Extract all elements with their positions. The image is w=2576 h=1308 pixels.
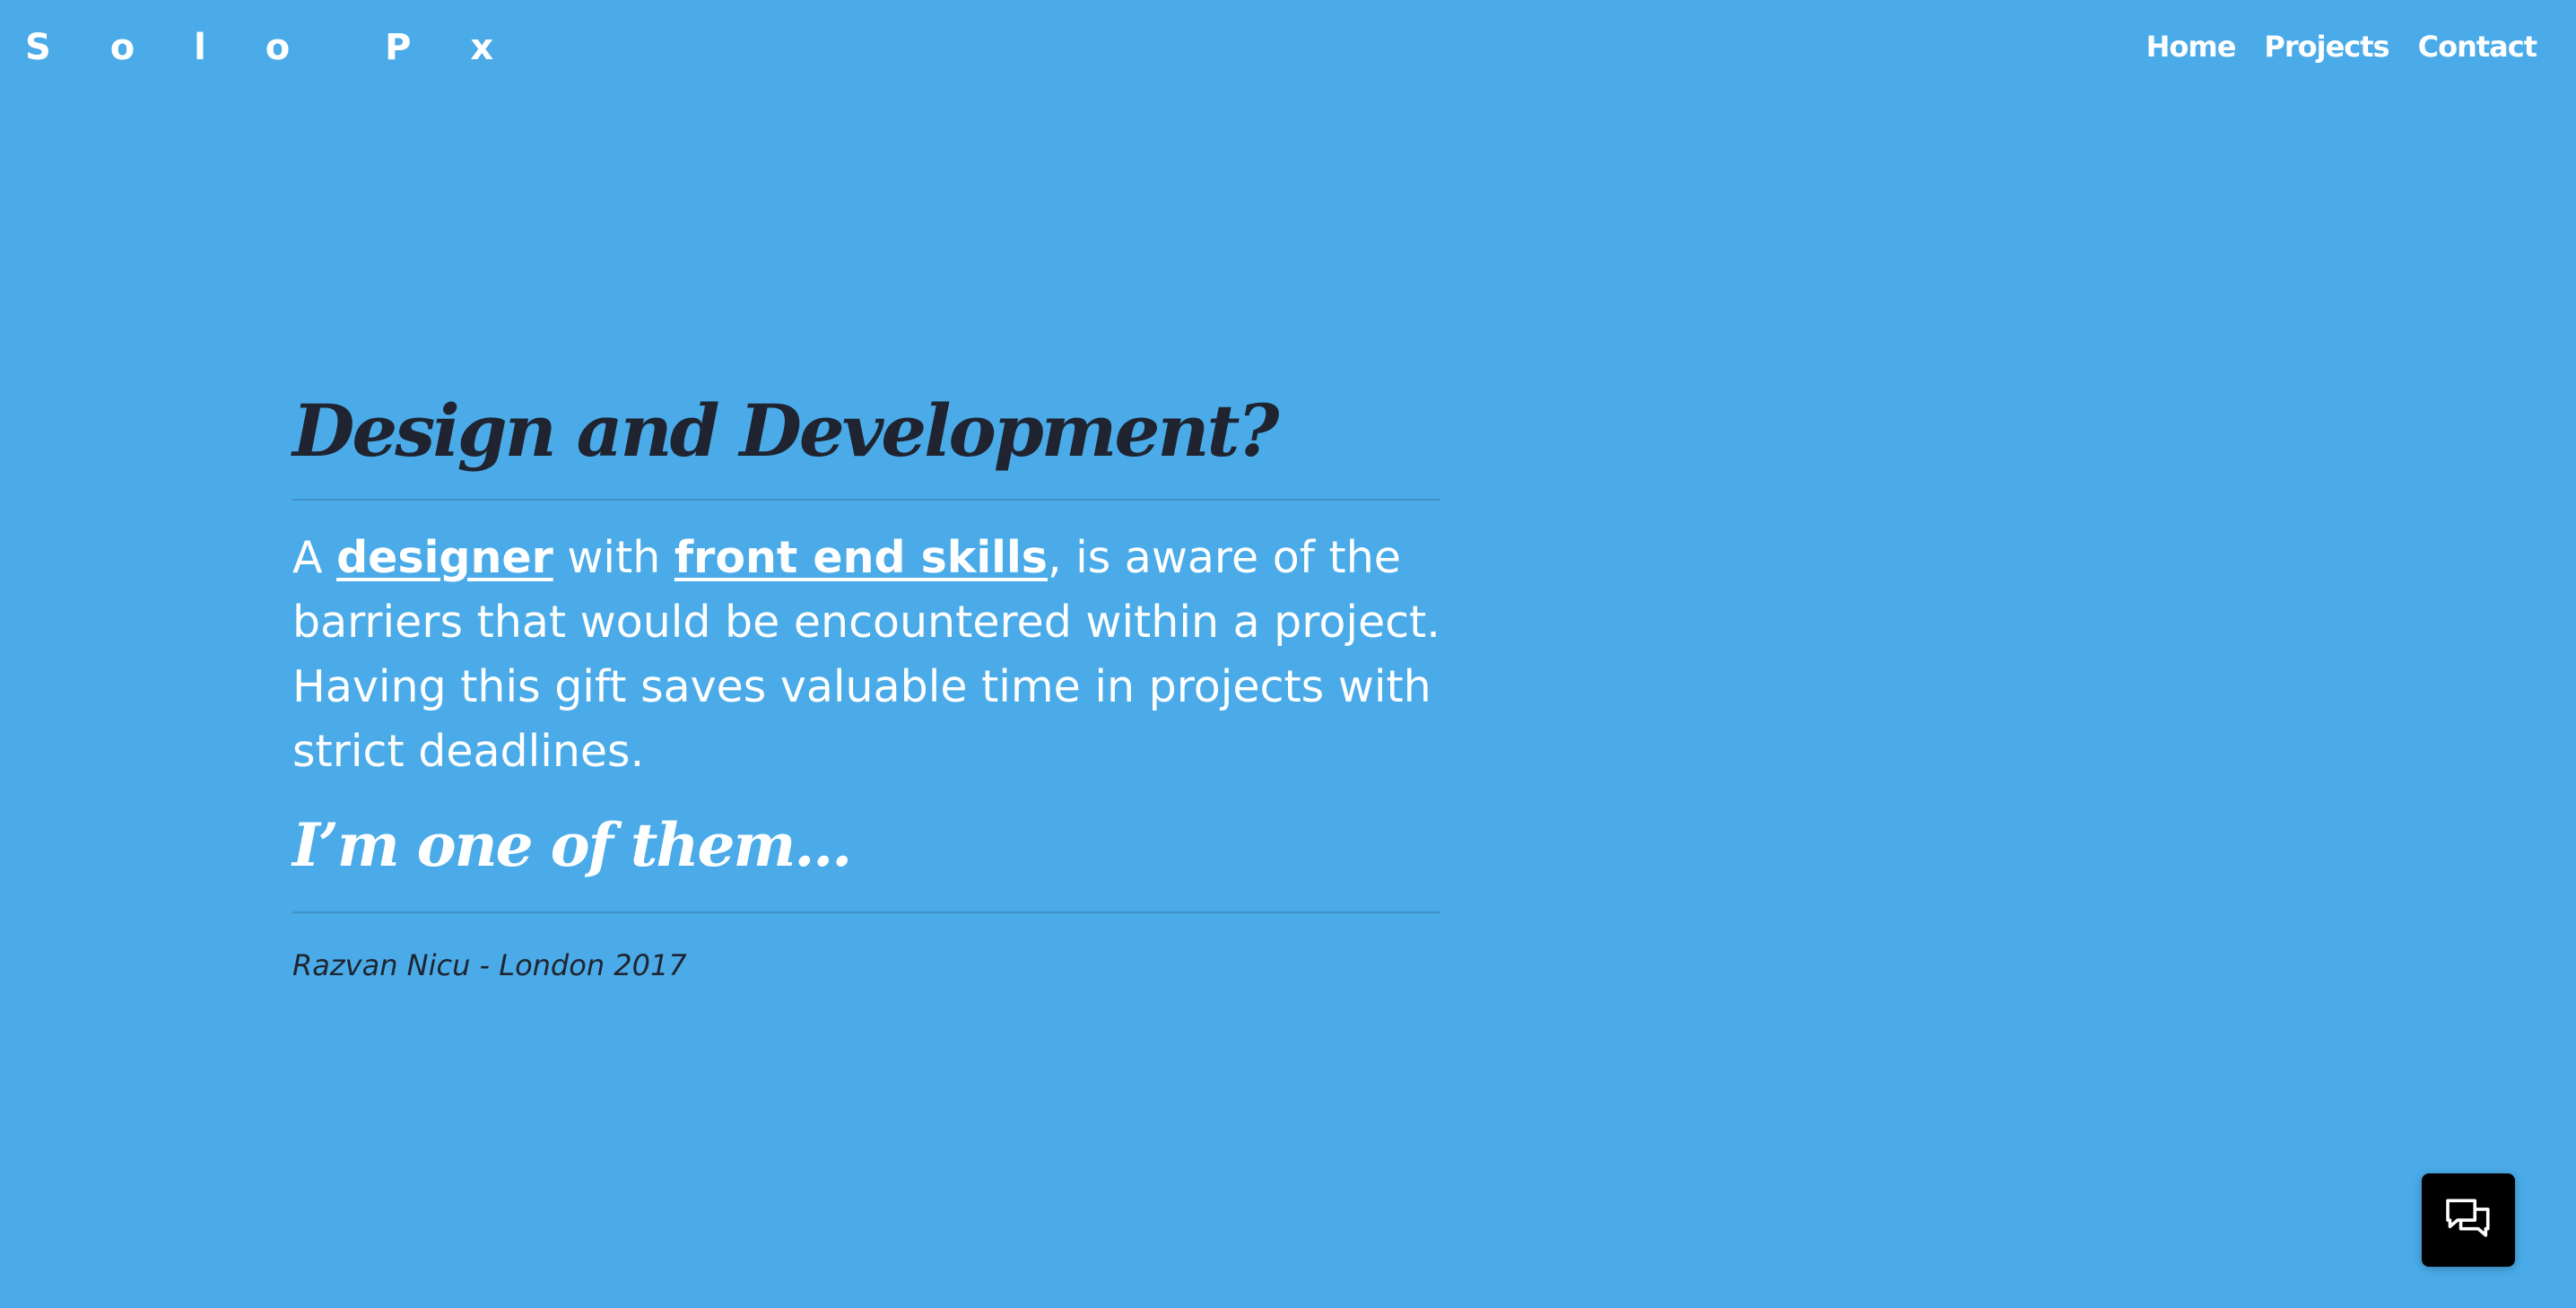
subheading: I’m one of them... <box>292 810 852 880</box>
nav-link-contact[interactable]: Contact <box>2418 27 2537 66</box>
intro-text-middle: with <box>553 532 674 583</box>
chat-widget-button[interactable] <box>2422 1173 2515 1267</box>
hero-content: Design and Development? A designer with … <box>292 377 1440 985</box>
top-navigation-bar: S o l o P x Home Projects Contact <box>0 0 2576 99</box>
subheading-divider <box>292 911 1440 913</box>
nav-link-projects[interactable]: Projects <box>2264 27 2389 66</box>
designer-link[interactable]: designer <box>336 532 553 583</box>
headline-divider <box>292 499 1440 501</box>
chat-icon <box>2442 1194 2494 1246</box>
signature: Razvan Nicu - London 2017 <box>292 948 687 982</box>
main-nav: Home Projects Contact <box>2146 27 2537 66</box>
page-headline: Design and Development? <box>292 388 1279 473</box>
front-end-skills-link[interactable]: front end skills <box>674 532 1048 583</box>
intro-text-prefix: A <box>292 532 337 583</box>
site-logo[interactable]: S o l o P x <box>25 23 517 72</box>
intro-paragraph: A designer with front end skills, is awa… <box>292 526 1440 784</box>
nav-link-home[interactable]: Home <box>2146 27 2237 66</box>
